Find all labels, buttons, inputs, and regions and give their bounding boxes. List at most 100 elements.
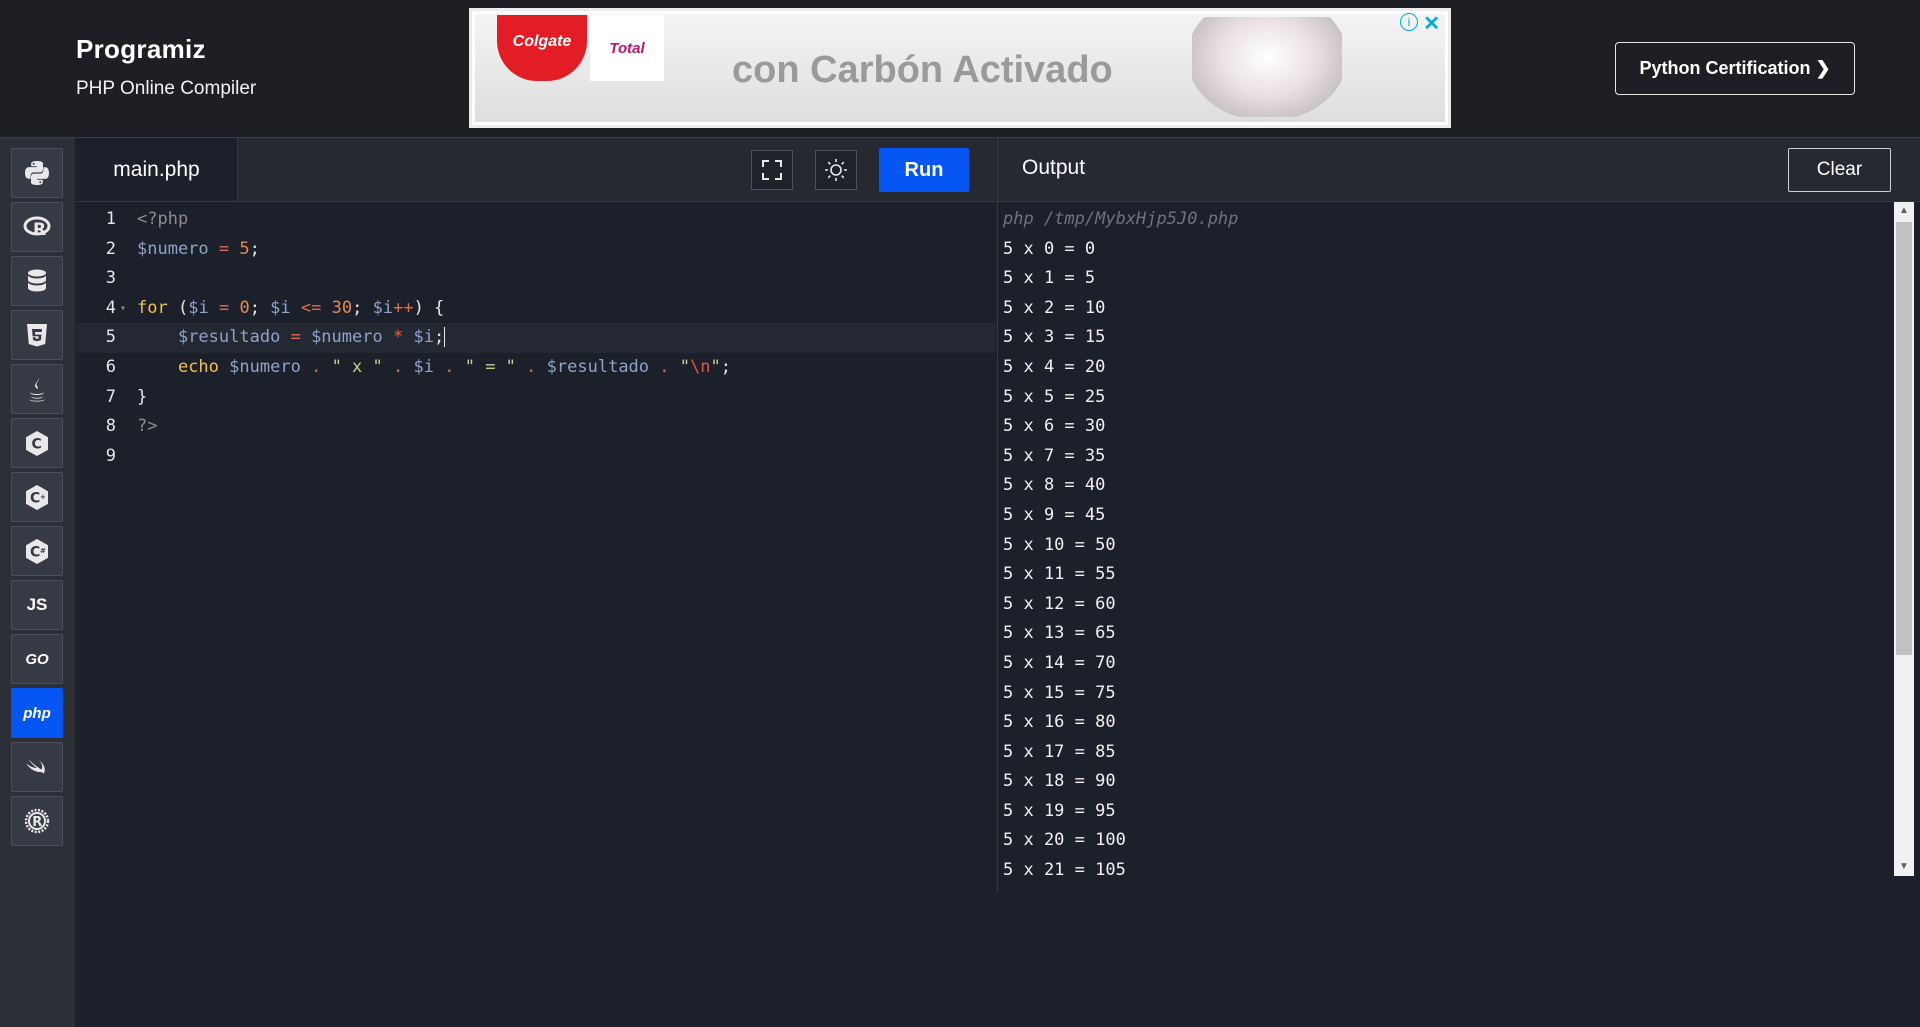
php-icon: php [23,704,51,722]
output-line: 5 x 5 = 25 [1003,386,1106,407]
ad-close-icon[interactable]: ✕ [1423,11,1440,36]
code-line: 2 $numero = 5; [76,235,996,265]
output-line: 5 x 3 = 15 [1003,327,1106,348]
scrollbar-thumb[interactable] [1896,222,1912,655]
fullscreen-button[interactable] [751,150,793,190]
line-number: 7 [105,386,116,407]
ad-brand-total: Total [590,15,664,81]
advertisement-banner[interactable]: Colgate Total con Carbón Activado i ✕ [469,8,1451,128]
line-number: 8 [105,416,116,437]
output-line: 5 x 14 = 70 [1003,652,1116,673]
database-icon [28,269,46,292]
sun-icon [825,159,847,181]
output-lines: 5 x 0 = 0 5 x 1 = 5 5 x 2 = 10 5 x 3 = 15 5 … [998,235,1894,886]
code-line: 6 echo $numero . " x " . $i . " = " . $r… [76,353,996,383]
sidebar-item-r[interactable]: R [11,202,63,252]
sidebar-item-rust[interactable]: R [11,796,63,846]
editor-toolbar: main.php Run [76,138,996,202]
csharp-icon: C # [26,539,48,564]
c-icon: C [26,431,48,456]
sidebar-item-go[interactable]: GO [11,634,63,684]
swift-icon [26,759,45,774]
sidebar-item-swift[interactable] [11,742,63,792]
sidebar-item-html[interactable] [11,310,63,360]
output-line: 5 x 12 = 60 [1003,593,1116,614]
svg-text:+: + [40,493,46,501]
language-sidebar: R C C + C # JS GO php R [0,138,75,1027]
code-line: 1 <?php [76,205,996,235]
output-line: 5 x 7 = 35 [1003,445,1106,466]
output-line: 5 x 9 = 45 [1003,504,1106,525]
theme-toggle-button[interactable] [815,150,857,190]
output-line: 5 x 16 = 80 [1003,712,1116,733]
output-toolbar: Output Clear [997,138,1920,202]
output-line: 5 x 4 = 20 [1003,356,1106,377]
page-subtitle: PHP Online Compiler [76,78,257,99]
code-line-active: 5 $resultado = $numero * $i; [76,323,996,353]
code-line: 7 } [76,383,996,413]
text-cursor [444,327,446,348]
code-editor[interactable]: 1 <?php 2 $numero = 5; 3 4 ▾ for ($i = 0… [76,202,996,1027]
svg-text:C: C [32,437,42,453]
sidebar-item-sql[interactable] [11,256,63,306]
run-button[interactable]: Run [879,148,969,192]
ad-info-icon[interactable]: i [1400,13,1418,31]
output-command: php /tmp/MybxHjp5J0.php [1003,209,1239,229]
sidebar-item-cpp[interactable]: C + [11,472,63,522]
output-line: 5 x 0 = 0 [1003,238,1096,259]
code-text: for ($i = 0; $i <= 30; $i++) { [137,297,445,318]
fullscreen-icon [762,160,782,180]
scroll-up-arrow-icon[interactable]: ▲ [1894,202,1914,220]
output-line: 5 x 11 = 55 [1003,564,1116,585]
sidebar-item-python[interactable] [11,148,63,198]
line-number: 4 [105,297,116,318]
sidebar-item-php[interactable]: php [11,688,63,738]
output-line: 5 x 6 = 30 [1003,416,1106,437]
code-line: 8 ?> [76,412,996,442]
clear-button[interactable]: Clear [1788,148,1891,192]
output-line: 5 x 13 = 65 [1003,623,1116,644]
svg-text:C: C [30,491,40,507]
svg-text:R: R [32,815,42,830]
output-line: 5 x 15 = 75 [1003,682,1116,703]
cpp-icon: C + [26,485,48,510]
python-certification-button[interactable]: Python Certification ❯ [1615,42,1855,95]
output-line: 5 x 8 = 40 [1003,475,1106,496]
code-line: 9 [76,442,996,472]
line-number: 2 [105,238,116,259]
output-line: 5 x 19 = 95 [1003,800,1116,821]
output-line: 5 x 10 = 50 [1003,534,1116,555]
line-number: 9 [105,445,116,466]
sidebar-item-c[interactable]: C [11,418,63,468]
svg-text:#: # [40,547,46,555]
output-title: Output [1022,156,1086,179]
top-header: Programiz PHP Online Compiler Colgate To… [0,0,1920,138]
output-scrollbar[interactable]: ▲ ▼ [1894,202,1914,876]
output-panel[interactable]: php /tmp/MybxHjp5J0.php 5 x 0 = 0 5 x 1 =… [997,202,1894,892]
output-line: 5 x 2 = 10 [1003,297,1106,318]
html5-icon [27,324,47,347]
output-line: 5 x 17 = 85 [1003,741,1116,762]
line-number: 3 [105,268,116,289]
output-line: 5 x 1 = 5 [1003,268,1096,289]
js-icon: JS [26,595,48,614]
programiz-logo[interactable]: Programiz [76,34,206,65]
python-icon [25,161,49,185]
sidebar-item-js[interactable]: JS [11,580,63,630]
scroll-down-arrow-icon[interactable]: ▼ [1894,858,1914,876]
fold-arrow-icon[interactable]: ▾ [120,294,126,324]
sidebar-item-java[interactable] [11,364,63,414]
output-line: 5 x 20 = 100 [1003,830,1126,851]
code-line: 4 ▾ for ($i = 0; $i <= 30; $i++) { [76,294,996,324]
line-number: 6 [105,357,116,377]
code-text: $numero = 5; [137,238,260,259]
r-icon: R [23,216,51,240]
line-number: 1 [105,209,116,229]
tab-main-php[interactable]: main.php [76,138,238,201]
svg-text:R: R [33,220,46,240]
code-text: } [137,386,148,407]
java-icon [29,378,45,402]
sidebar-item-csharp[interactable]: C # [11,526,63,576]
line-number: 5 [105,327,116,348]
svg-text:C: C [30,545,40,561]
